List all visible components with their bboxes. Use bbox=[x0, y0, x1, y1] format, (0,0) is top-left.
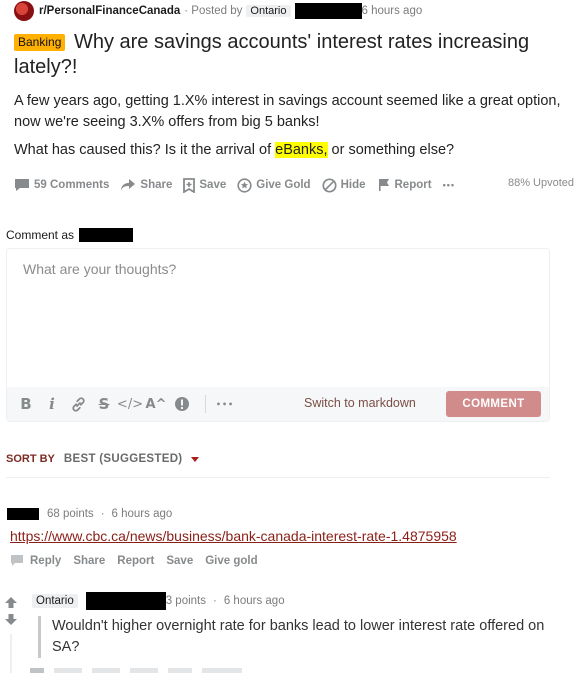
share-button[interactable]: Share bbox=[73, 555, 105, 567]
chevron-down-icon[interactable] bbox=[191, 456, 200, 462]
comment-icon bbox=[15, 179, 29, 191]
flag-icon bbox=[378, 179, 389, 191]
gold-icon bbox=[237, 177, 252, 193]
redacted-comment-author bbox=[7, 508, 39, 520]
report-button[interactable]: Report bbox=[377, 178, 432, 192]
comment-as-label: Comment as bbox=[6, 228, 75, 242]
meta-separator: · bbox=[213, 595, 217, 607]
user-flair: Ontario bbox=[246, 5, 291, 17]
share-button[interactable]: Share bbox=[120, 178, 172, 192]
comment-2-points: 3 points bbox=[165, 595, 206, 607]
share-label: Share bbox=[140, 179, 173, 191]
comment-1-meta: 68 points · 6 hours ago bbox=[7, 508, 172, 520]
comment-icon bbox=[11, 555, 23, 566]
superscript-icon[interactable]: A^ bbox=[145, 393, 167, 415]
give-gold-label: Give Gold bbox=[256, 179, 311, 191]
give-gold-button[interactable]: Give gold bbox=[205, 555, 257, 567]
reply-button[interactable]: Reply bbox=[30, 555, 61, 567]
downvote-arrow-icon[interactable] bbox=[4, 613, 18, 626]
toolbar-divider bbox=[205, 395, 206, 413]
post-flair-badge[interactable]: Banking bbox=[14, 34, 66, 51]
posted-by-label: · Posted by bbox=[184, 5, 243, 17]
subreddit-icon[interactable] bbox=[14, 1, 34, 21]
subreddit-link[interactable]: r/PersonalFinanceCanada bbox=[39, 5, 180, 17]
comment-1-points: 68 points bbox=[47, 508, 94, 520]
strikethrough-icon[interactable]: S bbox=[93, 393, 115, 415]
hide-icon bbox=[322, 177, 337, 193]
post-body-paragraph-1: A few years ago, getting 1.X% interest i… bbox=[14, 93, 561, 130]
comment-2-vote bbox=[4, 596, 18, 626]
comment-2-quote: Wouldn't higher overnight rate for banks… bbox=[38, 616, 563, 658]
post-title[interactable]: Banking Why are savings accounts' intere… bbox=[14, 30, 569, 80]
report-label: Report bbox=[394, 179, 432, 191]
comment-2-actions-cutoff bbox=[30, 668, 290, 673]
highlighted-text: eBanks, bbox=[275, 142, 328, 158]
save-label: Save bbox=[199, 179, 227, 191]
post-actions-bar: 59 Comments Share Save Give Gold Hide Re… bbox=[14, 177, 466, 193]
redacted-username bbox=[294, 3, 362, 19]
bookmark-icon bbox=[183, 177, 196, 193]
redacted-commenter-name bbox=[79, 228, 134, 242]
upvote-ratio: 88% Upvoted bbox=[507, 177, 574, 189]
body-text-before: What has caused this? Is it the arrival … bbox=[14, 142, 276, 158]
more-formatting-icon[interactable]: ••• bbox=[214, 393, 236, 415]
user-flair: Ontario bbox=[32, 594, 78, 608]
switch-to-markdown-link[interactable]: Switch to markdown bbox=[304, 396, 416, 410]
thread-line[interactable] bbox=[10, 634, 12, 673]
sort-control[interactable]: SORT BY BEST (SUGGESTED) bbox=[6, 453, 200, 465]
sort-label: SORT BY bbox=[6, 453, 55, 465]
editor-toolbar: B i S </> A^ ••• Switch to markdown COMM… bbox=[7, 387, 549, 421]
more-options-button[interactable]: ••• bbox=[443, 180, 455, 190]
post-title-text: Why are savings accounts' interest rates… bbox=[14, 31, 530, 78]
link-icon[interactable] bbox=[67, 393, 89, 415]
code-icon[interactable]: </> bbox=[117, 393, 143, 415]
hide-label: Hide bbox=[340, 179, 366, 191]
comment-1-link[interactable]: https://www.cbc.ca/news/business/bank-ca… bbox=[10, 528, 457, 544]
post-meta: r/PersonalFinanceCanada · Posted by Onta… bbox=[14, 1, 423, 21]
comment-input[interactable] bbox=[7, 249, 549, 385]
body-text-after: or something else? bbox=[327, 142, 455, 158]
give-gold-button[interactable]: Give Gold bbox=[237, 177, 311, 193]
post-body-paragraph-2: What has caused this? Is it the arrival … bbox=[14, 140, 574, 161]
sort-value[interactable]: BEST (SUGGESTED) bbox=[64, 453, 183, 465]
hide-button[interactable]: Hide bbox=[322, 177, 366, 193]
comment-2-time: 6 hours ago bbox=[223, 595, 285, 607]
section-divider bbox=[6, 477, 550, 478]
spoiler-icon[interactable] bbox=[171, 393, 193, 415]
comment-as-row: Comment as bbox=[6, 228, 134, 242]
comments-button[interactable]: 59 Comments bbox=[14, 178, 109, 192]
upvote-arrow-icon[interactable] bbox=[4, 596, 18, 609]
bold-icon[interactable]: B bbox=[15, 393, 37, 415]
meta-separator: · bbox=[100, 508, 105, 520]
comment-submit-button[interactable]: COMMENT bbox=[446, 391, 541, 417]
comment-2-meta: Ontario 3 points · 6 hours ago bbox=[32, 592, 285, 610]
more-options-icon: ••• bbox=[442, 180, 456, 190]
comment-1-actions: Reply Share Report Save Give gold bbox=[10, 554, 270, 567]
save-button[interactable]: Save bbox=[166, 555, 193, 567]
comments-count: 59 Comments bbox=[34, 179, 110, 191]
share-icon bbox=[121, 179, 136, 191]
italic-icon[interactable]: i bbox=[41, 393, 63, 415]
comment-1-time: 6 hours ago bbox=[111, 508, 173, 520]
report-button[interactable]: Report bbox=[117, 555, 154, 567]
post-time: 6 hours ago bbox=[361, 5, 423, 17]
comment-editor: B i S </> A^ ••• Switch to markdown COMM… bbox=[6, 248, 550, 422]
save-button[interactable]: Save bbox=[183, 177, 227, 193]
redacted-comment-author bbox=[85, 592, 166, 610]
